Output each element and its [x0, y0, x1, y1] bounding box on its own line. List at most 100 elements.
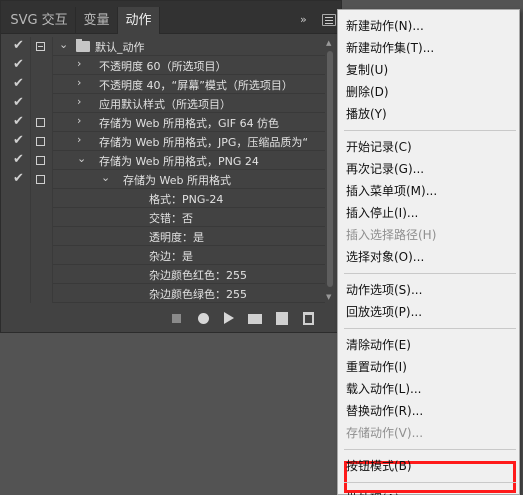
menu-item[interactable]: 播放(Y) — [346, 103, 387, 125]
toggle-item-cell[interactable]: ✔ — [9, 170, 31, 189]
toggle-item-cell[interactable]: ✔ — [9, 75, 31, 94]
action-row[interactable]: ✔ › 存储为 Web 所用格式，JPG，压缩品质为“ — [1, 132, 325, 151]
toggle-item-cell[interactable] — [9, 246, 31, 265]
menu-item[interactable]: 插入停止(I)... — [346, 202, 418, 224]
tab-actions[interactable]: 动作 — [118, 7, 160, 34]
play-icon[interactable] — [224, 312, 234, 324]
action-row[interactable]: ✔ ⌄ 存储为 Web 所用格式，PNG 24 — [1, 151, 325, 170]
toggle-dialog-cell[interactable] — [31, 37, 53, 56]
stop-icon[interactable] — [172, 314, 181, 323]
dialog-toggle-icon[interactable] — [36, 118, 45, 127]
toggle-item-cell[interactable]: ✔ — [9, 151, 31, 170]
toggle-dialog-cell[interactable] — [31, 189, 53, 208]
expand-icon[interactable]: › — [77, 57, 81, 70]
toggle-dialog-cell[interactable] — [31, 284, 53, 303]
checkmark-icon[interactable]: ✔ — [13, 38, 24, 53]
toggle-dialog-cell[interactable] — [31, 227, 53, 246]
expand-icon[interactable]: › — [77, 76, 81, 89]
menu-item[interactable]: 批处理(A)... — [346, 488, 411, 495]
menu-item[interactable]: 重置动作(I) — [346, 356, 407, 378]
dialog-toggle-icon[interactable] — [36, 137, 45, 146]
toggle-dialog-cell[interactable] — [31, 132, 53, 151]
toggle-item-cell[interactable] — [9, 189, 31, 208]
action-row[interactable]: ✔ ⌄ 默认_动作 — [1, 37, 325, 56]
record-icon[interactable] — [198, 313, 209, 324]
dialog-toggle-icon[interactable] — [36, 42, 45, 51]
menu-item[interactable]: 存储动作(V)... — [346, 422, 423, 444]
action-row[interactable]: ✔ › 应用默认样式（所选项目） — [1, 94, 325, 113]
scroll-down-icon[interactable]: ▼ — [326, 293, 331, 301]
menu-item[interactable]: 新建动作(N)... — [346, 15, 424, 37]
action-row[interactable]: 交错：否 — [1, 208, 325, 227]
toggle-item-cell[interactable] — [9, 227, 31, 246]
menu-item[interactable]: 载入动作(L)... — [346, 378, 422, 400]
toggle-dialog-cell[interactable] — [31, 208, 53, 227]
collapse-panel-icon[interactable]: ›› — [300, 13, 307, 26]
menu-item[interactable]: 替换动作(R)... — [346, 400, 423, 422]
menu-item[interactable]: 按钮模式(B) — [346, 455, 412, 477]
toggle-dialog-cell[interactable] — [31, 151, 53, 170]
action-row[interactable]: ✔ › 不透明度 60（所选项目） — [1, 56, 325, 75]
new-set-folder-icon[interactable] — [248, 314, 262, 324]
checkmark-icon[interactable]: ✔ — [13, 152, 24, 167]
action-row[interactable]: ✔ › 存储为 Web 所用格式，GIF 64 仿色 — [1, 113, 325, 132]
checkmark-icon[interactable]: ✔ — [13, 114, 24, 129]
tab-variables[interactable]: 变量 — [76, 7, 118, 34]
toggle-dialog-cell[interactable] — [31, 265, 53, 284]
toggle-dialog-cell[interactable] — [31, 113, 53, 132]
expand-icon[interactable]: › — [77, 95, 81, 108]
menu-item[interactable]: 回放选项(P)... — [346, 301, 422, 323]
new-action-icon[interactable] — [276, 312, 288, 325]
toggle-item-cell[interactable] — [9, 265, 31, 284]
scrollbar-thumb[interactable] — [327, 51, 333, 287]
expand-icon[interactable]: › — [77, 114, 81, 127]
toggle-dialog-cell[interactable] — [31, 75, 53, 94]
toggle-dialog-cell[interactable] — [31, 246, 53, 265]
checkmark-icon[interactable]: ✔ — [13, 95, 24, 110]
menu-item[interactable]: 插入菜单项(M)... — [346, 180, 437, 202]
actions-scrollbar[interactable]: ▲ ▼ — [325, 37, 335, 305]
dialog-toggle-icon[interactable] — [36, 175, 45, 184]
action-row[interactable]: ✔ › 不透明度 40，“屏幕”模式（所选项目） — [1, 75, 325, 94]
checkmark-icon[interactable]: ✔ — [13, 133, 24, 148]
menu-item[interactable]: 插入选择路径(H) — [346, 224, 436, 246]
toggle-item-cell[interactable]: ✔ — [9, 94, 31, 113]
trash-icon[interactable] — [303, 312, 314, 325]
toggle-dialog-cell[interactable] — [31, 170, 53, 189]
toggle-dialog-cell[interactable] — [31, 94, 53, 113]
action-row[interactable]: 杂边：是 — [1, 246, 325, 265]
toggle-item-cell[interactable] — [9, 284, 31, 303]
action-row[interactable]: 杂边颜色红色：255 — [1, 265, 325, 284]
toggle-item-cell[interactable]: ✔ — [9, 56, 31, 75]
checkmark-icon[interactable]: ✔ — [13, 76, 24, 91]
menu-separator — [344, 482, 516, 483]
row-divider — [53, 302, 325, 303]
menu-item[interactable]: 选择对象(O)... — [346, 246, 424, 268]
action-row[interactable]: ✔ ⌄ 存储为 Web 所用格式 — [1, 170, 325, 189]
menu-item[interactable]: 动作选项(S)... — [346, 279, 422, 301]
collapse-icon[interactable]: ⌄ — [59, 38, 68, 51]
expand-icon[interactable]: › — [77, 133, 81, 146]
action-row[interactable]: 格式：PNG-24 — [1, 189, 325, 208]
checkmark-icon[interactable]: ✔ — [13, 57, 24, 72]
panel-menu-icon[interactable] — [322, 14, 336, 26]
tab-svg-interactivity[interactable]: SVG 交互 — [3, 7, 76, 34]
scroll-up-icon[interactable]: ▲ — [326, 39, 331, 47]
collapse-icon[interactable]: ⌄ — [101, 171, 110, 184]
toggle-item-cell[interactable] — [9, 208, 31, 227]
menu-item[interactable]: 再次记录(G)... — [346, 158, 424, 180]
action-row[interactable]: 杂边颜色绿色：255 — [1, 284, 325, 303]
menu-item[interactable]: 新建动作集(T)... — [346, 37, 434, 59]
toggle-item-cell[interactable]: ✔ — [9, 132, 31, 151]
menu-item[interactable]: 复制(U) — [346, 59, 388, 81]
dialog-toggle-icon[interactable] — [36, 156, 45, 165]
action-row[interactable]: 透明度：是 — [1, 227, 325, 246]
collapse-icon[interactable]: ⌄ — [77, 152, 86, 165]
toggle-dialog-cell[interactable] — [31, 56, 53, 75]
menu-item[interactable]: 清除动作(E) — [346, 334, 411, 356]
menu-item[interactable]: 开始记录(C) — [346, 136, 412, 158]
toggle-item-cell[interactable]: ✔ — [9, 113, 31, 132]
toggle-item-cell[interactable]: ✔ — [9, 37, 31, 56]
menu-item[interactable]: 删除(D) — [346, 81, 389, 103]
checkmark-icon[interactable]: ✔ — [13, 171, 24, 186]
